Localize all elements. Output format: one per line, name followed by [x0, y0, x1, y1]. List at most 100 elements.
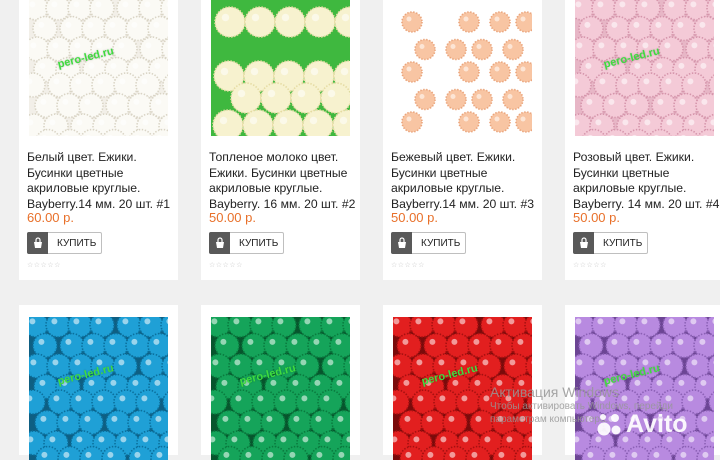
- bead: [606, 17, 630, 41]
- bead-highlight: [220, 117, 228, 125]
- buy-button[interactable]: КУПИТЬ: [27, 232, 102, 254]
- basket-icon: [209, 232, 230, 254]
- bead-highlight: [464, 117, 469, 122]
- bead: [652, 94, 676, 118]
- product-card[interactable]: pero-led.ru: [19, 305, 178, 455]
- product-card[interactable]: Бежевый цвет. Ежики. Бусинки цветные акр…: [383, 0, 542, 280]
- bead-highlight: [292, 380, 298, 386]
- bead-highlight: [508, 318, 514, 324]
- product-photo[interactable]: pero-led.ru: [29, 317, 168, 460]
- bead-highlight: [620, 359, 626, 365]
- bead-highlight: [211, 318, 217, 324]
- bead-highlight: [611, 22, 617, 28]
- bead-highlight: [621, 78, 627, 84]
- bead-highlight: [255, 318, 261, 324]
- product-title[interactable]: Бежевый цвет. Ежики. Бусинки цветные акр…: [391, 150, 539, 212]
- bead: [424, 334, 448, 358]
- bead: [625, 94, 649, 118]
- basket-icon: [391, 232, 412, 254]
- product-photo[interactable]: pero-led.ru: [29, 0, 168, 136]
- bead-highlight: [341, 68, 349, 76]
- bead-highlight: [664, 42, 670, 48]
- bead-highlight: [110, 63, 116, 69]
- bead-highlight: [701, 99, 707, 105]
- bead-highlight: [677, 22, 683, 28]
- buy-button[interactable]: КУПИТЬ: [391, 232, 466, 254]
- bead-highlight: [517, 339, 523, 345]
- basket-icon: [573, 232, 594, 254]
- product-title[interactable]: Топленое молоко цвет. Ежики. Бусинки цве…: [209, 150, 357, 212]
- bead-highlight: [258, 436, 264, 442]
- product-price: 60.00 р.: [27, 210, 74, 225]
- bead: [215, 7, 245, 37]
- bead-highlight: [584, 22, 590, 28]
- bead-highlight: [644, 119, 650, 125]
- bead: [490, 112, 510, 132]
- bead: [261, 411, 285, 435]
- bead-highlight: [699, 339, 705, 345]
- bead-highlight: [49, 119, 55, 125]
- bead: [446, 40, 466, 60]
- bead-highlight: [464, 17, 469, 22]
- bead-highlight: [394, 359, 400, 365]
- bead: [261, 83, 291, 113]
- bead-highlight: [270, 380, 276, 386]
- product-photo[interactable]: [393, 0, 532, 136]
- product-photo[interactable]: [211, 0, 350, 136]
- bead: [128, 94, 152, 118]
- bead-highlight: [74, 359, 80, 365]
- bead: [628, 334, 652, 358]
- bead-highlight: [664, 359, 670, 365]
- bead-highlight: [701, 416, 707, 422]
- product-card[interactable]: pero-led.ru Розовый цвет. Ежики. Бусинки…: [565, 0, 720, 280]
- product-title[interactable]: Белый цвет. Ежики. Бусинки цветные акрил…: [27, 150, 175, 212]
- buy-button[interactable]: КУПИТЬ: [209, 232, 284, 254]
- bead-highlight: [700, 63, 706, 69]
- bead: [230, 390, 254, 414]
- bead: [106, 411, 130, 435]
- bead-highlight: [257, 395, 263, 401]
- bead-highlight: [118, 359, 124, 365]
- bead: [504, 354, 528, 378]
- bead-highlight: [312, 14, 320, 22]
- bead-highlight: [690, 1, 696, 7]
- bead-highlight: [280, 117, 288, 125]
- bead-highlight: [84, 99, 90, 105]
- bead-highlight: [39, 380, 45, 386]
- bead: [126, 17, 150, 41]
- bead: [674, 94, 698, 118]
- product-photo[interactable]: pero-led.ru: [211, 317, 350, 460]
- bead-highlight: [586, 99, 592, 105]
- bead-highlight: [53, 395, 59, 401]
- bead-highlight: [154, 63, 160, 69]
- product-title[interactable]: Розовый цвет. Ежики. Бусинки цветные акр…: [573, 150, 720, 212]
- bead-highlight: [619, 318, 625, 324]
- buy-label: КУПИТЬ: [603, 238, 642, 249]
- bead-highlight: [413, 436, 419, 442]
- bead-highlight: [109, 22, 115, 28]
- bead: [686, 37, 710, 61]
- buy-button[interactable]: КУПИТЬ: [573, 232, 648, 254]
- bead-highlight: [300, 359, 306, 365]
- bead: [579, 334, 603, 358]
- product-photo[interactable]: pero-led.ru: [575, 0, 714, 136]
- bead-highlight: [677, 339, 683, 345]
- bead-highlight: [483, 395, 489, 401]
- bead-highlight: [311, 68, 319, 76]
- bead: [92, 390, 116, 414]
- bead-highlight: [269, 339, 275, 345]
- bead-highlight: [252, 14, 260, 22]
- bead-highlight: [65, 339, 71, 345]
- bead: [638, 73, 662, 97]
- bead-highlight: [98, 436, 104, 442]
- bead: [397, 334, 421, 358]
- basket-icon: [27, 232, 48, 254]
- product-card[interactable]: pero-led.ru: [383, 305, 542, 455]
- bead-highlight: [97, 78, 103, 84]
- product-card[interactable]: Топленое молоко цвет. Ежики. Бусинки цве…: [201, 0, 360, 280]
- bead-highlight: [144, 318, 150, 324]
- bead-highlight: [119, 395, 125, 401]
- bead-highlight: [30, 42, 36, 48]
- product-card[interactable]: pero-led.ru Белый цвет. Ежики. Бусинки ц…: [19, 0, 178, 280]
- product-card[interactable]: pero-led.ru: [201, 305, 360, 455]
